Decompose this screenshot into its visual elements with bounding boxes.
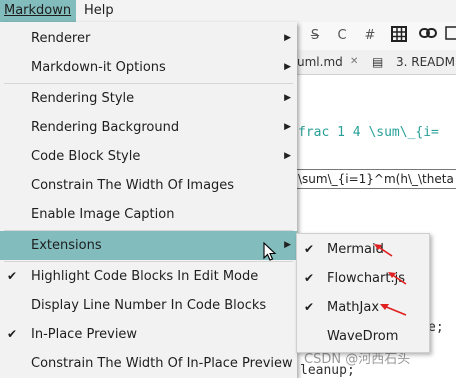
- menu-item-constrain-in-place-label: Constrain The Width Of In-Place Preview: [31, 356, 293, 371]
- menu-item-extensions-label: Extensions: [31, 238, 102, 253]
- chevron-right-icon: ▶: [284, 151, 291, 161]
- math-preview-text: \sum\_{i=1}^m(h\_\theta: [298, 172, 454, 186]
- code-line: frac 1 4 \sum\_{i=: [298, 125, 439, 140]
- menu-item-constrain-images[interactable]: Constrain The Width Of Images: [0, 171, 297, 200]
- menu-item-code-block-style[interactable]: Code Block Style ▶: [0, 142, 297, 171]
- document-icon: ▤: [372, 55, 384, 69]
- menu-item-markdown-it-options[interactable]: Markdown-it Options ▶: [0, 53, 297, 82]
- menu-item-image-caption[interactable]: Enable Image Caption: [0, 200, 297, 229]
- menu-item-line-number[interactable]: Display Line Number In Code Blocks: [0, 291, 297, 320]
- annotation-arrow-icon: [380, 304, 407, 316]
- menu-item-code-block-style-label: Code Block Style: [31, 149, 141, 164]
- menu-help[interactable]: Help: [80, 0, 118, 22]
- close-icon[interactable]: ✕: [350, 52, 358, 72]
- menu-item-constrain-in-place[interactable]: Constrain The Width Of In-Place Preview: [0, 349, 297, 378]
- tab-uml-md[interactable]: uml.md: [297, 52, 343, 72]
- math-preview: \sum\_{i=1}^m(h\_\theta: [296, 169, 456, 189]
- menu-item-image-caption-label: Enable Image Caption: [31, 207, 175, 222]
- check-icon: ✔: [304, 242, 315, 256]
- menu-item-renderer-label: Renderer: [31, 31, 91, 46]
- code-fragment: e;: [428, 320, 444, 335]
- menu-item-line-number-label: Display Line Number In Code Blocks: [31, 298, 267, 313]
- chevron-right-icon: ▶: [284, 62, 291, 72]
- chevron-right-icon: ▶: [284, 33, 291, 43]
- menu-item-rendering-background-label: Rendering Background: [31, 120, 180, 135]
- menu-item-markdown-it-options-label: Markdown-it Options: [31, 60, 166, 75]
- strikethrough-icon[interactable]: S: [305, 26, 325, 46]
- editor-tabs: uml.md ✕ ▤ 3. README: [296, 50, 456, 75]
- menu-item-rendering-background[interactable]: Rendering Background ▶: [0, 113, 297, 142]
- menu-item-in-place-preview-label: In-Place Preview: [31, 327, 138, 342]
- menu-markdown-label: Markdown: [4, 3, 72, 18]
- submenu-item-wavedrom[interactable]: WaveDrom: [297, 322, 429, 351]
- menu-help-label: Help: [84, 3, 114, 18]
- menu-item-constrain-images-label: Constrain The Width Of Images: [31, 178, 235, 193]
- submenu-item-flowchart[interactable]: ✔ Flowchart.js: [297, 264, 429, 293]
- editor-toolbar: S C #: [296, 22, 456, 50]
- heading-icon[interactable]: #: [360, 26, 380, 46]
- menu-item-highlight-code-blocks[interactable]: ✔ Highlight Code Blocks In Edit Mode: [0, 262, 297, 291]
- submenu-item-mathjax-label: MathJax: [327, 300, 380, 315]
- extensions-submenu: ✔ Mermaid ✔ Flowchart.js ✔ MathJax WaveD…: [296, 233, 430, 353]
- check-icon: ✔: [304, 300, 315, 314]
- tab-readme[interactable]: 3. README: [396, 52, 456, 72]
- annotation-arrow-icon: [388, 272, 407, 285]
- table-icon[interactable]: [389, 26, 409, 46]
- menu-item-highlight-code-blocks-label: Highlight Code Blocks In Edit Mode: [31, 269, 259, 284]
- menu-markdown[interactable]: Markdown: [0, 0, 76, 22]
- submenu-item-mermaid[interactable]: ✔ Mermaid: [297, 235, 429, 264]
- link-icon[interactable]: [418, 26, 438, 46]
- image-icon[interactable]: [442, 26, 456, 46]
- chevron-right-icon: ▶: [284, 93, 291, 103]
- check-icon: ✔: [7, 327, 18, 341]
- submenu-item-wavedrom-label: WaveDrom: [327, 329, 399, 344]
- submenu-item-mathjax[interactable]: ✔ MathJax: [297, 293, 429, 322]
- chevron-right-icon: ▶: [284, 122, 291, 132]
- markdown-dropdown: Renderer ▶ Markdown-it Options ▶ Renderi…: [0, 22, 297, 378]
- menu-item-in-place-preview[interactable]: ✔ In-Place Preview: [0, 320, 297, 349]
- menu-bar: Markdown Help: [0, 0, 456, 22]
- mouse-cursor-icon: [263, 242, 277, 261]
- check-icon: ✔: [7, 269, 18, 283]
- menu-item-extensions[interactable]: Extensions ▶: [0, 231, 297, 260]
- menu-item-rendering-style[interactable]: Rendering Style ▶: [0, 84, 297, 113]
- check-icon: ✔: [304, 271, 315, 285]
- menu-item-rendering-style-label: Rendering Style: [31, 91, 135, 106]
- annotation-arrow-icon: [374, 244, 393, 257]
- menu-item-renderer[interactable]: Renderer ▶: [0, 24, 297, 53]
- code-icon[interactable]: C: [332, 26, 352, 46]
- chevron-right-icon: ▶: [284, 240, 291, 250]
